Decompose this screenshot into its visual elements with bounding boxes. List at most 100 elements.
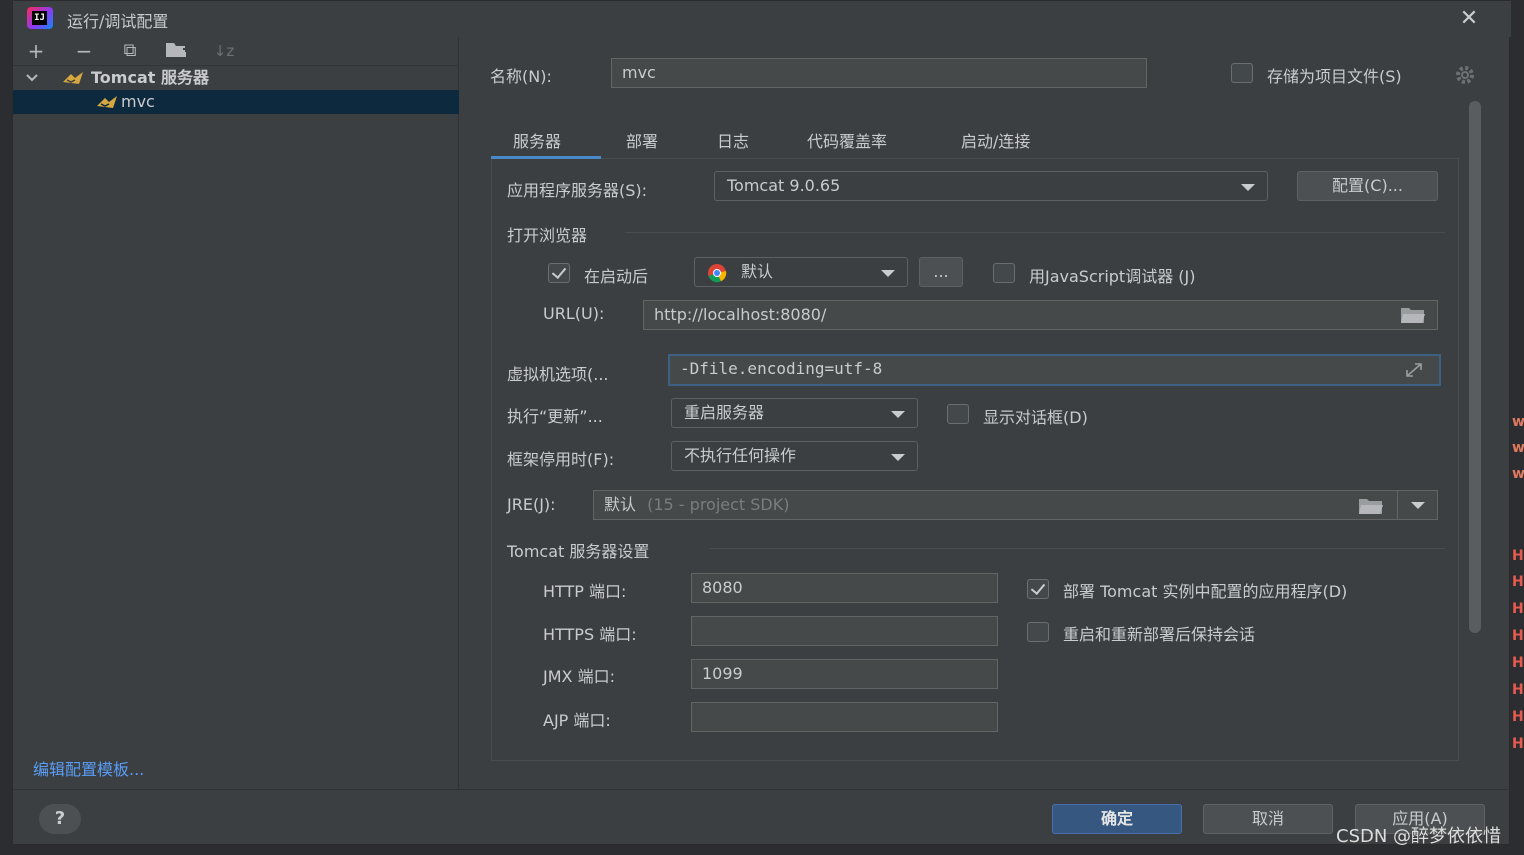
browser-value: 默认 (741, 262, 774, 281)
browser-more-button[interactable]: ... (919, 257, 963, 287)
editor-edge-letter: w (1512, 414, 1524, 430)
name-input[interactable]: mvc (611, 58, 1147, 88)
sort-icon[interactable]: ↓z (211, 39, 237, 63)
after-launch-label: 在启动后 (584, 267, 649, 286)
configuration-tree-panel: + − ⧉ ↓z Tomcat 服务器 mvc 编辑配置模板... (13, 37, 459, 789)
jmx-port-input[interactable]: 1099 (691, 659, 998, 689)
editor-edge-letter: H (1512, 682, 1524, 698)
show-dialog-label: 显示对话框(D) (983, 408, 1088, 427)
frame-deactivation-select[interactable]: 不执行任何操作 (671, 441, 918, 471)
deploy-apps-checkbox[interactable] (1027, 579, 1049, 599)
jmx-port-label: JMX 端口: (543, 667, 615, 686)
tree-group-tomcat[interactable]: Tomcat 服务器 (13, 66, 459, 90)
footer-divider (13, 789, 1511, 790)
editor-edge-letter: H (1512, 628, 1524, 644)
section-divider (709, 548, 1445, 549)
js-debugger-label: 用JavaScript调试器 (J) (1029, 267, 1196, 286)
frame-deactivation-label: 框架停用时(F): (507, 450, 615, 469)
add-icon[interactable]: + (23, 39, 49, 63)
jre-value: 默认 (604, 495, 637, 514)
editor-edge-letter: H (1512, 548, 1524, 564)
copy-icon[interactable]: ⧉ (117, 39, 143, 63)
store-project-file-checkbox[interactable] (1231, 63, 1253, 83)
tree-group-label: Tomcat 服务器 (91, 68, 209, 87)
folder-icon[interactable] (1400, 306, 1426, 324)
https-port-label: HTTPS 端口: (543, 625, 637, 644)
jre-input[interactable]: 默认 (15 - project SDK) (593, 490, 1438, 520)
deploy-apps-label: 部署 Tomcat 实例中配置的应用程序(D) (1063, 582, 1348, 601)
jre-label: JRE(J): (507, 495, 556, 514)
folder-icon[interactable] (1358, 497, 1384, 515)
chevron-down-icon (891, 454, 905, 461)
tab-server[interactable]: 服务器 (513, 128, 561, 152)
configure-button[interactable]: 配置(C)... (1297, 171, 1438, 201)
tab-startup-connection[interactable]: 启动/连接 (961, 128, 1030, 152)
remove-icon[interactable]: − (71, 39, 97, 63)
editor-edge-letter: H (1512, 709, 1524, 725)
jre-divider (1397, 491, 1398, 519)
vertical-scrollbar[interactable] (1469, 101, 1481, 633)
vm-options-input[interactable]: -Dfile.encoding=utf-8 (668, 354, 1441, 386)
tree-item-mvc[interactable]: mvc (13, 90, 459, 114)
after-launch-checkbox[interactable] (548, 263, 570, 283)
active-tab-indicator (491, 156, 601, 159)
edit-templates-link[interactable]: 编辑配置模板... (33, 756, 144, 780)
ajp-port-label: AJP 端口: (543, 711, 611, 730)
app-server-label: 应用程序服务器(S): (507, 181, 648, 200)
editor-edge-letter: w (1512, 466, 1524, 482)
chevron-down-icon (1241, 184, 1255, 191)
url-label: URL(U): (543, 304, 605, 323)
open-browser-section-label: 打开浏览器 (507, 226, 588, 245)
ok-button[interactable]: 确定 (1052, 804, 1182, 834)
close-icon[interactable]: ✕ (1457, 7, 1481, 31)
cancel-button[interactable]: 取消 (1203, 804, 1333, 834)
http-port-label: HTTP 端口: (543, 582, 627, 601)
chevron-down-icon (1411, 502, 1425, 509)
window-title: 运行/调试配置 (67, 12, 169, 31)
csdn-watermark: CSDN @醉梦依依惜 (1336, 826, 1502, 847)
tab-code-coverage[interactable]: 代码覆盖率 (807, 128, 887, 152)
vm-options-value: -Dfile.encoding=utf-8 (680, 359, 883, 378)
show-dialog-checkbox[interactable] (947, 404, 969, 424)
url-value: http://localhost:8080/ (654, 305, 827, 324)
http-port-input[interactable]: 8080 (691, 573, 998, 603)
ajp-port-input[interactable] (691, 702, 998, 732)
name-label: 名称(N): (490, 67, 552, 86)
editor-edge-letter: H (1512, 601, 1524, 617)
gear-icon[interactable] (1453, 63, 1477, 91)
section-divider (625, 232, 1445, 233)
tomcat-icon (95, 92, 119, 119)
help-button[interactable]: ? (39, 804, 81, 834)
app-server-select[interactable]: Tomcat 9.0.65 (714, 171, 1268, 201)
chrome-icon (707, 263, 727, 292)
tab-deployment[interactable]: 部署 (626, 128, 658, 152)
url-input[interactable]: http://localhost:8080/ (643, 300, 1438, 330)
preserve-sessions-checkbox[interactable] (1027, 622, 1049, 642)
folder-add-icon[interactable] (165, 39, 191, 63)
on-update-value: 重启服务器 (684, 403, 765, 422)
vm-options-label: 虚拟机选项(... (507, 365, 609, 384)
intellij-logo-icon: IJ (27, 7, 53, 29)
tab-logs[interactable]: 日志 (717, 128, 749, 152)
browser-select[interactable]: 默认 (694, 257, 908, 287)
jre-dropdown-button[interactable] (1399, 491, 1437, 519)
jre-hint: (15 - project SDK) (647, 495, 790, 514)
app-server-value: Tomcat 9.0.65 (727, 176, 841, 195)
chevron-down-icon (881, 270, 895, 277)
run-debug-config-dialog: IJ 运行/调试配置 ✕ + − ⧉ ↓z Tomcat 服务器 mvc 编辑配… (12, 0, 1511, 845)
editor-edge-letter: H (1512, 655, 1524, 671)
frame-deactivation-value: 不执行任何操作 (684, 446, 797, 465)
tomcat-settings-section-label: Tomcat 服务器设置 (507, 542, 650, 561)
on-update-label: 执行“更新”... (507, 407, 603, 426)
store-project-file-label: 存储为项目文件(S) (1267, 67, 1402, 86)
preserve-sessions-label: 重启和重新部署后保持会话 (1063, 625, 1256, 644)
title-bar: IJ 运行/调试配置 ✕ (13, 1, 1511, 37)
editor-edge-letter: w (1512, 440, 1524, 456)
https-port-input[interactable] (691, 616, 998, 646)
expand-icon[interactable] (1403, 361, 1425, 383)
on-update-select[interactable]: 重启服务器 (671, 398, 918, 428)
editor-edge-letter: H (1512, 574, 1524, 590)
chevron-down-icon (891, 411, 905, 418)
js-debugger-checkbox[interactable] (993, 263, 1015, 283)
tree-item-label: mvc (121, 92, 155, 111)
